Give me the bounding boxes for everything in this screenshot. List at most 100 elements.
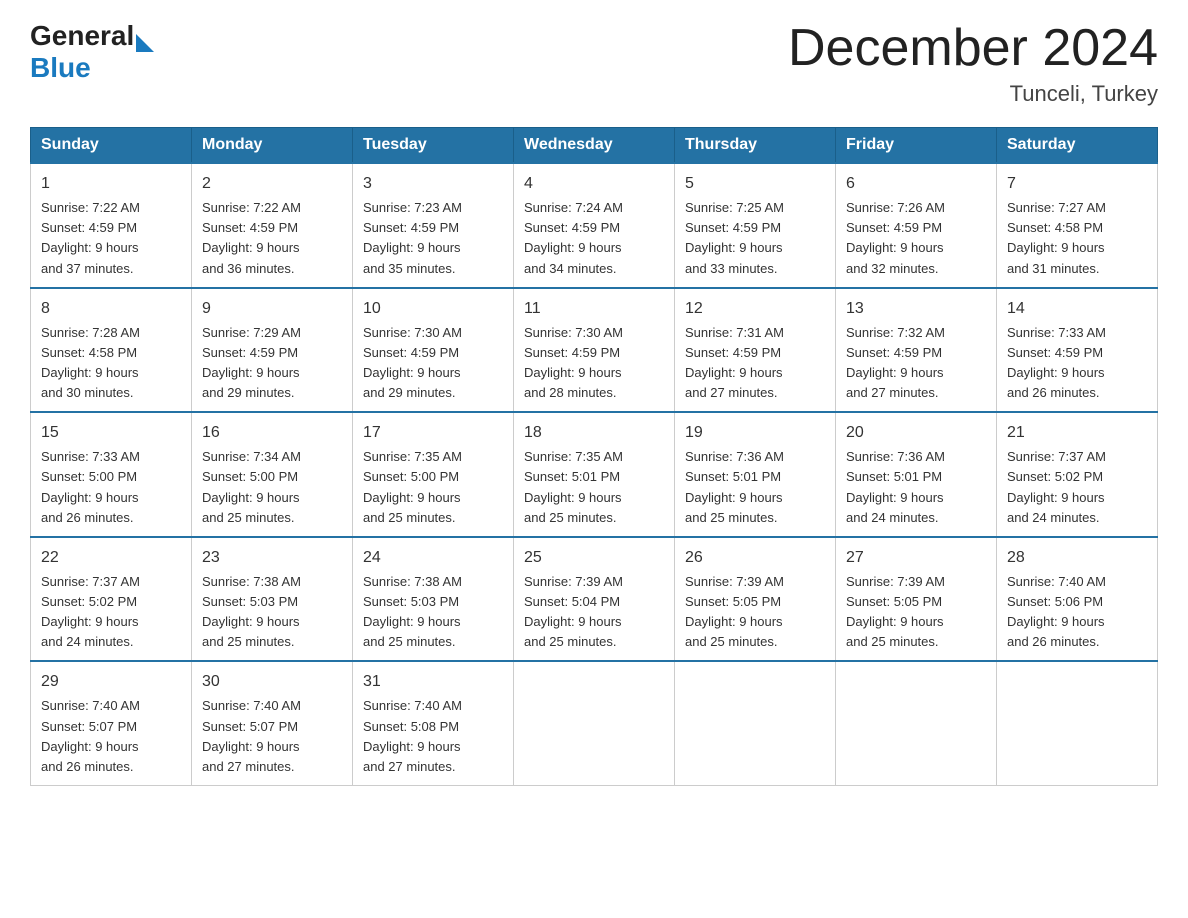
day-number: 22 (41, 546, 181, 570)
calendar-cell: 10Sunrise: 7:30 AMSunset: 4:59 PMDayligh… (353, 288, 514, 413)
day-info: Sunrise: 7:33 AMSunset: 5:00 PMDaylight:… (41, 447, 181, 528)
calendar-cell: 25Sunrise: 7:39 AMSunset: 5:04 PMDayligh… (514, 537, 675, 662)
day-info: Sunrise: 7:40 AMSunset: 5:06 PMDaylight:… (1007, 572, 1147, 653)
calendar-cell (675, 661, 836, 785)
day-number: 25 (524, 546, 664, 570)
day-number: 31 (363, 670, 503, 694)
day-info: Sunrise: 7:22 AMSunset: 4:59 PMDaylight:… (202, 198, 342, 279)
day-info: Sunrise: 7:40 AMSunset: 5:07 PMDaylight:… (41, 696, 181, 777)
calendar-cell: 3Sunrise: 7:23 AMSunset: 4:59 PMDaylight… (353, 163, 514, 288)
day-number: 12 (685, 297, 825, 321)
day-info: Sunrise: 7:37 AMSunset: 5:02 PMDaylight:… (1007, 447, 1147, 528)
calendar-cell: 16Sunrise: 7:34 AMSunset: 5:00 PMDayligh… (192, 412, 353, 537)
calendar-cell: 6Sunrise: 7:26 AMSunset: 4:59 PMDaylight… (836, 163, 997, 288)
day-number: 26 (685, 546, 825, 570)
day-number: 13 (846, 297, 986, 321)
day-header-sunday: Sunday (31, 128, 192, 164)
logo-triangle-icon (136, 34, 154, 52)
day-number: 6 (846, 172, 986, 196)
calendar-cell: 20Sunrise: 7:36 AMSunset: 5:01 PMDayligh… (836, 412, 997, 537)
page-header: General Blue December 2024 Tunceli, Turk… (30, 20, 1158, 107)
day-number: 30 (202, 670, 342, 694)
day-info: Sunrise: 7:40 AMSunset: 5:08 PMDaylight:… (363, 696, 503, 777)
day-number: 3 (363, 172, 503, 196)
day-info: Sunrise: 7:40 AMSunset: 5:07 PMDaylight:… (202, 696, 342, 777)
calendar-cell: 1Sunrise: 7:22 AMSunset: 4:59 PMDaylight… (31, 163, 192, 288)
day-info: Sunrise: 7:33 AMSunset: 4:59 PMDaylight:… (1007, 323, 1147, 404)
calendar-cell (514, 661, 675, 785)
logo: General Blue (30, 20, 154, 84)
calendar-cell: 11Sunrise: 7:30 AMSunset: 4:59 PMDayligh… (514, 288, 675, 413)
calendar-cell: 2Sunrise: 7:22 AMSunset: 4:59 PMDaylight… (192, 163, 353, 288)
calendar-cell: 31Sunrise: 7:40 AMSunset: 5:08 PMDayligh… (353, 661, 514, 785)
logo-general: General (30, 20, 134, 52)
calendar-cell: 18Sunrise: 7:35 AMSunset: 5:01 PMDayligh… (514, 412, 675, 537)
day-number: 15 (41, 421, 181, 445)
day-info: Sunrise: 7:38 AMSunset: 5:03 PMDaylight:… (363, 572, 503, 653)
calendar-cell: 15Sunrise: 7:33 AMSunset: 5:00 PMDayligh… (31, 412, 192, 537)
day-info: Sunrise: 7:24 AMSunset: 4:59 PMDaylight:… (524, 198, 664, 279)
day-header-tuesday: Tuesday (353, 128, 514, 164)
calendar-cell: 27Sunrise: 7:39 AMSunset: 5:05 PMDayligh… (836, 537, 997, 662)
day-info: Sunrise: 7:29 AMSunset: 4:59 PMDaylight:… (202, 323, 342, 404)
day-info: Sunrise: 7:39 AMSunset: 5:05 PMDaylight:… (685, 572, 825, 653)
calendar-table: SundayMondayTuesdayWednesdayThursdayFrid… (30, 127, 1158, 786)
calendar-cell: 19Sunrise: 7:36 AMSunset: 5:01 PMDayligh… (675, 412, 836, 537)
calendar-cell: 21Sunrise: 7:37 AMSunset: 5:02 PMDayligh… (997, 412, 1158, 537)
day-number: 19 (685, 421, 825, 445)
day-header-monday: Monday (192, 128, 353, 164)
day-info: Sunrise: 7:28 AMSunset: 4:58 PMDaylight:… (41, 323, 181, 404)
week-row-3: 15Sunrise: 7:33 AMSunset: 5:00 PMDayligh… (31, 412, 1158, 537)
calendar-cell: 23Sunrise: 7:38 AMSunset: 5:03 PMDayligh… (192, 537, 353, 662)
calendar-cell: 17Sunrise: 7:35 AMSunset: 5:00 PMDayligh… (353, 412, 514, 537)
day-number: 24 (363, 546, 503, 570)
day-header-friday: Friday (836, 128, 997, 164)
day-number: 7 (1007, 172, 1147, 196)
calendar-cell: 24Sunrise: 7:38 AMSunset: 5:03 PMDayligh… (353, 537, 514, 662)
title-section: December 2024 Tunceli, Turkey (788, 20, 1158, 107)
calendar-cell: 22Sunrise: 7:37 AMSunset: 5:02 PMDayligh… (31, 537, 192, 662)
day-info: Sunrise: 7:30 AMSunset: 4:59 PMDaylight:… (524, 323, 664, 404)
day-number: 21 (1007, 421, 1147, 445)
day-number: 10 (363, 297, 503, 321)
calendar-cell (997, 661, 1158, 785)
day-number: 29 (41, 670, 181, 694)
day-number: 4 (524, 172, 664, 196)
day-info: Sunrise: 7:30 AMSunset: 4:59 PMDaylight:… (363, 323, 503, 404)
day-number: 5 (685, 172, 825, 196)
day-header-thursday: Thursday (675, 128, 836, 164)
day-info: Sunrise: 7:22 AMSunset: 4:59 PMDaylight:… (41, 198, 181, 279)
day-info: Sunrise: 7:39 AMSunset: 5:04 PMDaylight:… (524, 572, 664, 653)
day-number: 11 (524, 297, 664, 321)
day-info: Sunrise: 7:35 AMSunset: 5:00 PMDaylight:… (363, 447, 503, 528)
day-number: 27 (846, 546, 986, 570)
calendar-cell: 12Sunrise: 7:31 AMSunset: 4:59 PMDayligh… (675, 288, 836, 413)
location-subtitle: Tunceli, Turkey (788, 81, 1158, 107)
day-number: 17 (363, 421, 503, 445)
day-info: Sunrise: 7:25 AMSunset: 4:59 PMDaylight:… (685, 198, 825, 279)
day-number: 28 (1007, 546, 1147, 570)
calendar-cell: 26Sunrise: 7:39 AMSunset: 5:05 PMDayligh… (675, 537, 836, 662)
day-number: 2 (202, 172, 342, 196)
day-header-saturday: Saturday (997, 128, 1158, 164)
day-info: Sunrise: 7:26 AMSunset: 4:59 PMDaylight:… (846, 198, 986, 279)
calendar-cell: 5Sunrise: 7:25 AMSunset: 4:59 PMDaylight… (675, 163, 836, 288)
day-info: Sunrise: 7:36 AMSunset: 5:01 PMDaylight:… (846, 447, 986, 528)
calendar-cell (836, 661, 997, 785)
day-number: 14 (1007, 297, 1147, 321)
calendar-cell: 28Sunrise: 7:40 AMSunset: 5:06 PMDayligh… (997, 537, 1158, 662)
day-info: Sunrise: 7:38 AMSunset: 5:03 PMDaylight:… (202, 572, 342, 653)
day-number: 16 (202, 421, 342, 445)
day-info: Sunrise: 7:39 AMSunset: 5:05 PMDaylight:… (846, 572, 986, 653)
calendar-cell: 13Sunrise: 7:32 AMSunset: 4:59 PMDayligh… (836, 288, 997, 413)
week-row-5: 29Sunrise: 7:40 AMSunset: 5:07 PMDayligh… (31, 661, 1158, 785)
calendar-cell: 9Sunrise: 7:29 AMSunset: 4:59 PMDaylight… (192, 288, 353, 413)
calendar-cell: 8Sunrise: 7:28 AMSunset: 4:58 PMDaylight… (31, 288, 192, 413)
week-row-2: 8Sunrise: 7:28 AMSunset: 4:58 PMDaylight… (31, 288, 1158, 413)
day-info: Sunrise: 7:35 AMSunset: 5:01 PMDaylight:… (524, 447, 664, 528)
day-number: 8 (41, 297, 181, 321)
day-info: Sunrise: 7:32 AMSunset: 4:59 PMDaylight:… (846, 323, 986, 404)
day-info: Sunrise: 7:27 AMSunset: 4:58 PMDaylight:… (1007, 198, 1147, 279)
week-row-4: 22Sunrise: 7:37 AMSunset: 5:02 PMDayligh… (31, 537, 1158, 662)
calendar-cell: 29Sunrise: 7:40 AMSunset: 5:07 PMDayligh… (31, 661, 192, 785)
